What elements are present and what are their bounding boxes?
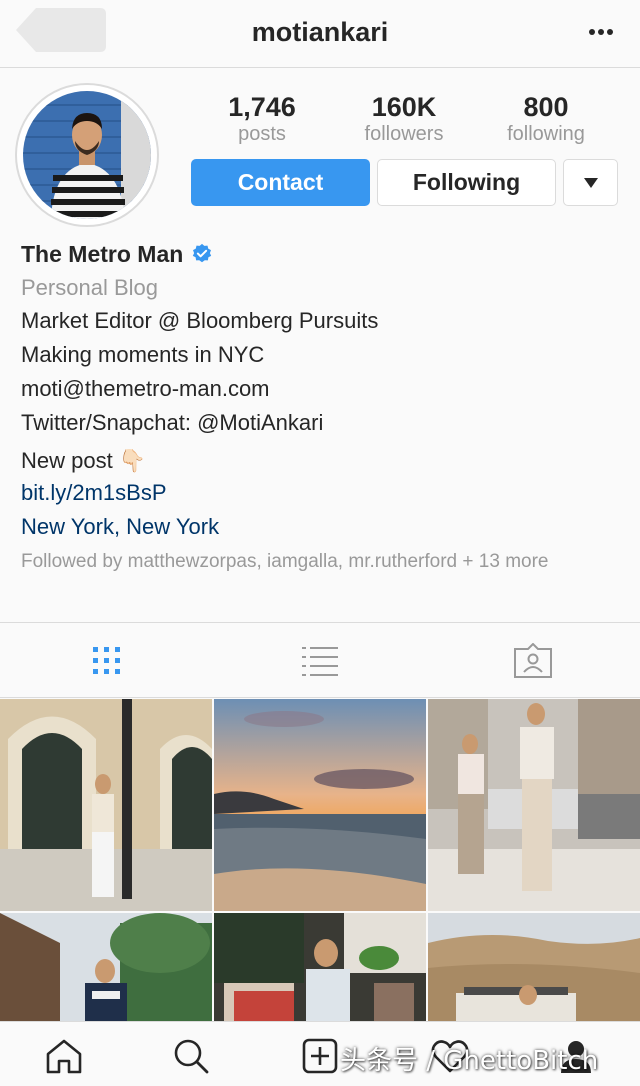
watermark-text: 头条号 / GhettoBitch: [340, 1046, 599, 1076]
following-label: following: [507, 123, 585, 145]
grid-photo[interactable]: [428, 913, 640, 1021]
bio-line: Making moments in NYC: [21, 342, 265, 367]
nav-add[interactable]: [300, 1036, 340, 1076]
grid-photo[interactable]: [428, 699, 640, 911]
more-dots-icon[interactable]: [588, 20, 614, 44]
display-name-text: The Metro Man: [21, 241, 184, 267]
profile-tabs: [0, 622, 640, 698]
search-icon: [174, 1039, 209, 1074]
grid-photo[interactable]: [214, 699, 426, 911]
profile-category: Personal Blog: [21, 275, 158, 300]
bio-email: moti@themetro-man.com: [21, 376, 270, 401]
posts-stat[interactable]: 1,746 posts: [202, 91, 322, 145]
nav-home[interactable]: [44, 1036, 84, 1076]
grid-photo[interactable]: [214, 913, 426, 1021]
tab-tagged[interactable]: [426, 623, 639, 699]
avatar: [23, 91, 151, 219]
followed-by-text[interactable]: Followed by matthewzorpas, iamgalla, mr.…: [21, 549, 591, 574]
grid-photo[interactable]: [0, 913, 212, 1021]
bio-location[interactable]: New York, New York: [21, 514, 621, 540]
verified-badge-icon: [193, 243, 212, 263]
followers-count: 160K: [371, 92, 437, 122]
bio-line: Twitter/Snapchat: @MotiAnkari: [21, 410, 324, 435]
tab-list[interactable]: [213, 623, 426, 699]
tab-grid[interactable]: [0, 623, 213, 699]
photo-grid: [0, 699, 640, 1021]
grid-icon: [92, 647, 120, 674]
add-icon: [302, 1038, 338, 1074]
posts-label: posts: [238, 123, 286, 145]
bio-line: Market Editor @ Bloomberg Pursuits: [21, 308, 379, 333]
followers-label: followers: [364, 123, 444, 145]
list-icon: [301, 647, 338, 676]
profile-display-name: The Metro Man: [21, 241, 621, 267]
nav-search[interactable]: [171, 1036, 211, 1076]
grid-photo[interactable]: [0, 699, 212, 911]
bio-line: New post 👇🏻: [21, 448, 147, 473]
followers-stat[interactable]: 160K followers: [344, 91, 464, 145]
profile-username: motiankari: [251, 17, 389, 47]
following-count: 800: [523, 92, 569, 122]
bio-link[interactable]: bit.ly/2m1sBsP: [21, 480, 621, 506]
posts-count: 1,746: [228, 92, 296, 122]
following-stat[interactable]: 800 following: [486, 91, 606, 145]
tagged-icon: [513, 643, 552, 678]
following-button[interactable]: Following: [377, 159, 556, 206]
contact-button[interactable]: Contact: [191, 159, 370, 206]
home-icon: [46, 1039, 82, 1074]
profile-avatar-ring[interactable]: [15, 83, 159, 227]
triangle-down-icon: [583, 177, 598, 188]
suggestions-dropdown-button[interactable]: [563, 159, 618, 206]
top-bar: motiankari: [0, 0, 640, 68]
